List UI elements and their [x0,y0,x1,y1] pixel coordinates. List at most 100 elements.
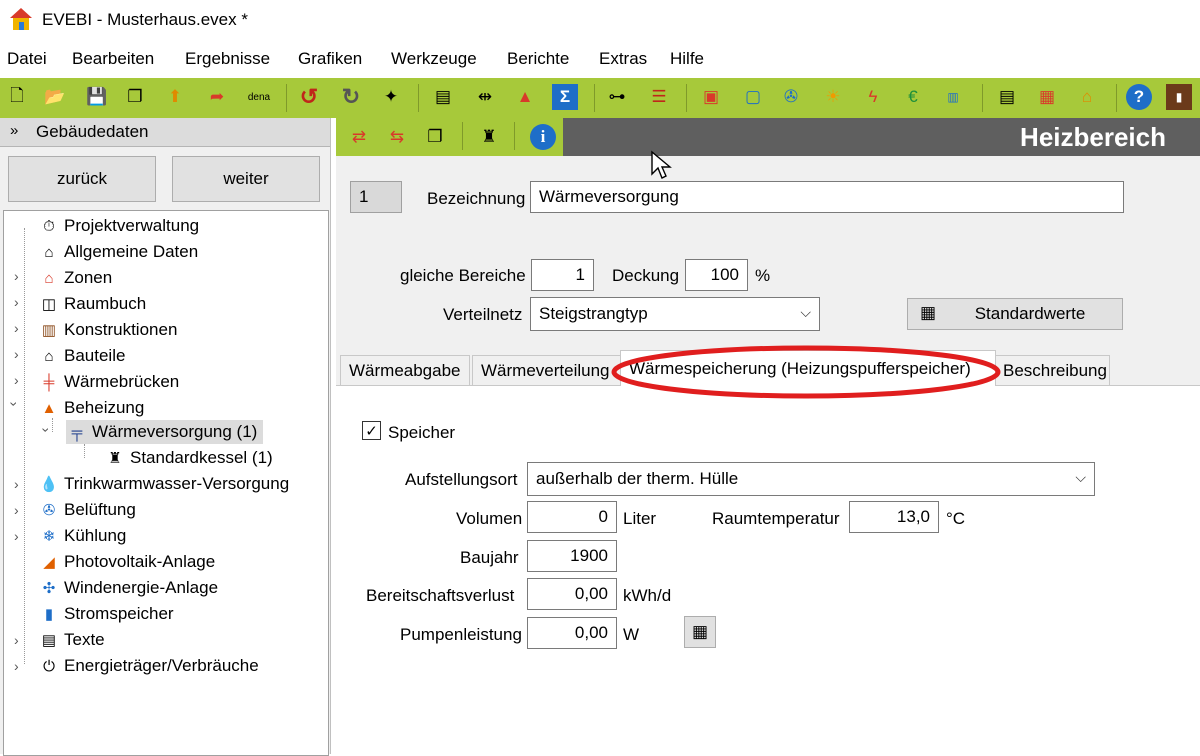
exit-door-icon[interactable]: ▮ [1166,84,1192,110]
euro-house-icon[interactable]: € [900,84,926,110]
menu-hilfe[interactable]: Hilfe [670,49,704,69]
menu-extras[interactable]: Extras [599,49,647,69]
gleiche-bereiche-input[interactable]: 1 [531,259,594,291]
copy-icon[interactable]: ❐ [122,84,148,110]
volumen-input[interactable]: 0 [527,501,617,533]
menu-datei[interactable]: Datei [7,49,47,69]
baujahr-input[interactable]: 1900 [527,540,617,572]
tree-item-kuehlung[interactable]: ❄ Kühlung [38,524,127,548]
undo-icon[interactable]: ↺ [296,84,322,110]
boiler-add-icon[interactable]: ♜ [476,124,502,150]
speicher-checkbox[interactable]: ✓ [362,421,381,440]
fan-icon[interactable]: ✇ [778,84,804,110]
pumpenleistung-input[interactable]: 0,00 [527,617,617,649]
copy-item-icon[interactable]: ❐ [422,124,448,150]
expand-icon[interactable]: › [14,502,19,518]
tree-item-texte[interactable]: ▤ Texte [38,628,105,652]
aufstellungsort-select[interactable]: außerhalb der therm. Hülle ⌵ [527,462,1095,496]
bezeichnung-input[interactable]: Wärmeversorgung [530,181,1124,213]
expand-icon[interactable]: › [14,294,19,310]
radiator-icon[interactable]: ▥ [940,84,966,110]
tree-item-bauteile[interactable]: ⌂ Bauteile [38,344,125,368]
expand-icon[interactable]: › [14,346,19,362]
energy-house-icon[interactable]: ⌂ [1074,84,1100,110]
tree-item-energietraeger[interactable]: ⏻ Energieträger/Verbräuche [38,654,259,678]
menu-werkzeuge[interactable]: Werkzeuge [391,49,477,69]
info-icon[interactable]: i [530,124,556,150]
tree-item-belueftung[interactable]: ✇ Belüftung [38,498,136,522]
boiler-icon: ♜ [108,450,122,467]
magic-wand-icon[interactable]: ✦ [378,84,404,110]
report-icon[interactable]: ▤ [994,84,1020,110]
aufstellungsort-label: Aufstellungsort [405,470,518,489]
tree-item-beheizung[interactable]: ▲ Beheizung [38,396,145,420]
new-file-icon[interactable]: 🗋 [4,84,30,110]
hierarchy-icon[interactable]: ⊶ [604,84,630,110]
deckung-input[interactable]: 100 [685,259,748,291]
help-icon[interactable]: ? [1126,84,1152,110]
expand-icon[interactable]: › [14,320,19,336]
remove-item-icon[interactable]: ⇆ [384,124,410,150]
menu-grafiken[interactable]: Grafiken [298,49,362,69]
expand-icon[interactable]: › [14,632,19,648]
pumpenleistung-unit: W [623,625,640,644]
bereitschaftsverlust-input[interactable]: 0,00 [527,578,617,610]
raumtemperatur-input[interactable]: 13,0 [849,501,939,533]
water-drop-icon: 💧 [39,476,59,493]
toolbar-separator [1116,84,1117,112]
redo-icon[interactable]: ↻ [338,84,364,110]
expand-icon[interactable]: › [14,372,19,388]
list-icon[interactable]: ☰ [646,84,672,110]
expand-icon[interactable]: › [14,476,19,492]
add-item-icon[interactable]: ⇄ [346,124,372,150]
pdf-icon[interactable]: ▲ [512,84,538,110]
next-button[interactable]: weiter [172,156,320,202]
chart-report-icon[interactable]: ▦ [1034,84,1060,110]
tree-item-raumbuch[interactable]: ◫ Raumbuch [38,292,146,316]
tree-item-konstruktionen[interactable]: ▥ Konstruktionen [38,318,178,342]
tree-item-stromspeicher[interactable]: ▮ Stromspeicher [38,602,174,626]
tab-waermeabgabe[interactable]: Wärmeabgabe [340,355,470,385]
sum-icon[interactable]: Σ [552,84,578,110]
toolbar-separator [286,84,287,112]
tree-item-standardkessel[interactable]: ♜ Standardkessel (1) [104,446,272,470]
left-panel-header[interactable]: » Gebäudedaten [0,118,330,147]
export-icon[interactable]: ➦ [204,84,230,110]
compare-icon[interactable]: ⇹ [472,84,498,110]
import-icon[interactable]: ⬆ [162,84,188,110]
tab-beschreibung[interactable]: Beschreibung [994,355,1110,385]
open-folder-icon[interactable]: 📂 [42,84,68,110]
tree-item-zonen[interactable]: ⌂ Zonen [38,266,112,290]
collapse-icon[interactable]: › [38,428,54,433]
expand-icon[interactable]: › [14,528,19,544]
menu-bearbeiten[interactable]: Bearbeiten [72,49,154,69]
tree-item-photovoltaik[interactable]: ◢ Photovoltaik-Anlage [38,550,215,574]
stopwatch-icon: ⏱ [43,217,55,235]
menu-berichte[interactable]: Berichte [507,49,569,69]
standardwerte-button[interactable]: ▦ Standardwerte [907,298,1123,330]
document-icon[interactable]: ▤ [430,84,456,110]
tree-item-projektverwaltung[interactable]: ⏱ Projektverwaltung [38,214,199,238]
sun-icon[interactable]: ☀ [820,84,846,110]
dena-button[interactable]: dena [244,84,274,110]
tab-waermeverteilung[interactable]: Wärmeverteilung [472,355,622,385]
help-doc-icon[interactable]: ▢ [740,84,766,110]
tree-item-windenergie[interactable]: ✣ Windenergie-Anlage [38,576,218,600]
collapse-chevrons-icon[interactable]: » [10,122,18,139]
lightning-icon[interactable]: ϟ [860,84,886,110]
expand-icon[interactable]: › [14,268,19,284]
back-button[interactable]: zurück [8,156,156,202]
tree-item-trinkwarmwasser[interactable]: 💧 Trinkwarmwasser-Versorgung [38,472,290,496]
tree-item-waermeversorgung[interactable]: ╤ Wärmeversorgung (1) [66,420,264,444]
collapse-icon[interactable]: › [6,402,22,407]
expand-icon[interactable]: › [14,658,19,674]
bereitschaftsverlust-unit: kWh/d [623,586,672,605]
tree-item-allgemeine-daten[interactable]: ⌂ Allgemeine Daten [38,240,198,264]
verteilnetz-value: Steigstrangtyp [539,304,648,323]
tree-item-waermebruecken[interactable]: ╪ Wärmebrücken [38,370,180,394]
save-icon[interactable]: 💾 [84,84,110,110]
pumpenleistung-calculator-button[interactable]: ▦ [684,616,716,648]
certificate-icon[interactable]: ▣ [698,84,724,110]
verteilnetz-select[interactable]: Steigstrangtyp ⌵ [530,297,820,331]
menu-ergebnisse[interactable]: Ergebnisse [185,49,270,69]
